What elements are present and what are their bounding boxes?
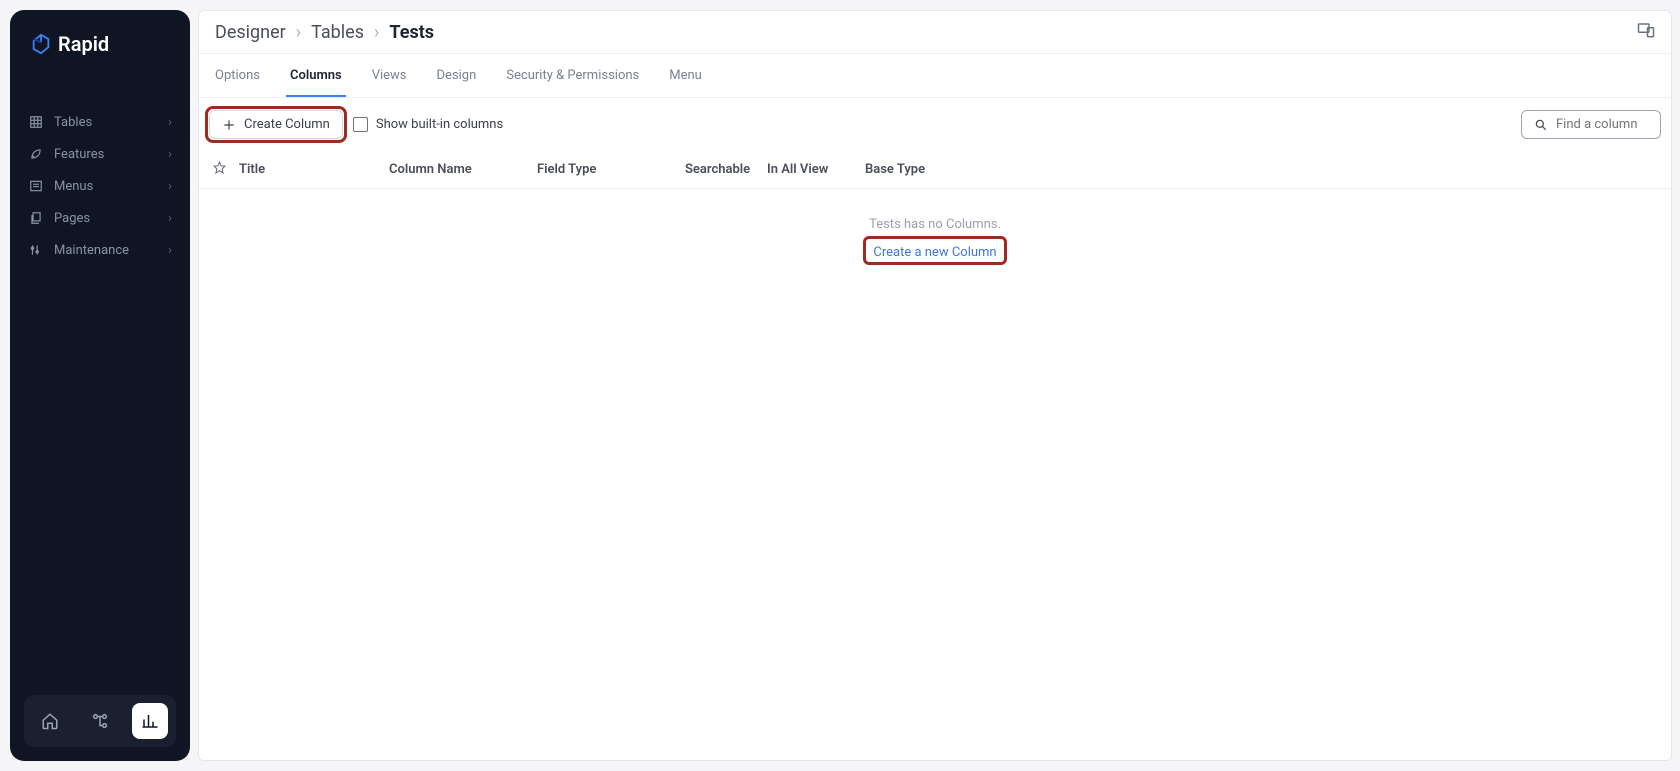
highlight-create-link: Create a new Column (865, 238, 1004, 263)
tab-menu[interactable]: Menu (665, 54, 706, 97)
empty-message: Tests has no Columns. (199, 217, 1671, 232)
show-builtin-toggle[interactable]: Show built-in columns (353, 117, 503, 132)
tab-options[interactable]: Options (211, 54, 264, 97)
devices-icon[interactable] (1637, 21, 1655, 43)
sidebar: Rapid Tables › Features › Menus › Pages … (10, 10, 190, 761)
chevron-right-icon: › (168, 179, 172, 194)
brand-name: Rapid (58, 32, 109, 56)
column-header-searchable[interactable]: Searchable (685, 162, 767, 177)
column-header-field-type[interactable]: Field Type (537, 162, 685, 177)
sidebar-item-label: Features (54, 147, 158, 162)
column-header-base-type[interactable]: Base Type (865, 162, 925, 177)
breadcrumb-section[interactable]: Tables (311, 22, 364, 43)
sliders-icon (28, 242, 44, 258)
sidebar-item-maintenance[interactable]: Maintenance › (10, 234, 190, 266)
chart-icon (141, 712, 159, 730)
chevron-right-icon: › (296, 22, 301, 43)
chart-button[interactable] (132, 703, 168, 739)
show-builtin-label: Show built-in columns (376, 117, 503, 132)
breadcrumb-root[interactable]: Designer (215, 22, 286, 43)
sidebar-item-label: Pages (54, 211, 158, 226)
brand-logo: Rapid (10, 32, 190, 106)
create-column-button[interactable]: Create Column (209, 110, 343, 139)
tab-design[interactable]: Design (433, 54, 481, 97)
column-header-in-all-view[interactable]: In All View (767, 162, 865, 177)
highlight-create-column: Create Column (209, 110, 343, 139)
sidebar-item-features[interactable]: Features › (10, 138, 190, 170)
breadcrumb-current: Tests (389, 22, 434, 43)
sidebar-item-label: Maintenance (54, 243, 158, 258)
create-new-column-link[interactable]: Create a new Column (873, 245, 996, 260)
grid-icon (28, 114, 44, 130)
main-panel: Designer › Tables › Tests Options Column… (198, 10, 1672, 761)
create-column-label: Create Column (244, 117, 330, 132)
chevron-right-icon: › (168, 147, 172, 162)
home-icon (41, 712, 59, 730)
star-icon (213, 161, 226, 174)
chevron-right-icon: › (168, 115, 172, 130)
empty-state: Tests has no Columns. Create a new Colum… (199, 189, 1671, 263)
toolbar: Create Column Show built-in columns (199, 98, 1671, 151)
tree-button[interactable] (82, 703, 118, 739)
topbar: Designer › Tables › Tests (199, 11, 1671, 54)
sidebar-bottom-bar (24, 695, 176, 747)
chevron-right-icon: › (168, 243, 172, 258)
sidebar-item-label: Tables (54, 115, 158, 130)
tabs: Options Columns Views Design Security & … (199, 54, 1671, 98)
sidebar-item-tables[interactable]: Tables › (10, 106, 190, 138)
chevron-right-icon: › (168, 211, 172, 226)
search-input[interactable] (1556, 117, 1648, 132)
tab-security[interactable]: Security & Permissions (502, 54, 643, 97)
checkbox-icon (353, 117, 368, 132)
chevron-right-icon: › (374, 22, 379, 43)
column-header-title[interactable]: Title (239, 162, 389, 177)
table-header-row: Title Column Name Field Type Searchable … (199, 151, 1671, 189)
list-icon (28, 178, 44, 194)
sidebar-item-pages[interactable]: Pages › (10, 202, 190, 234)
tab-columns[interactable]: Columns (286, 54, 346, 97)
tab-views[interactable]: Views (368, 54, 411, 97)
breadcrumb: Designer › Tables › Tests (215, 22, 434, 43)
search-box[interactable] (1521, 110, 1661, 139)
search-icon (1534, 118, 1548, 132)
column-header-name[interactable]: Column Name (389, 162, 537, 177)
nav-list: Tables › Features › Menus › Pages › Main… (10, 106, 190, 695)
sidebar-item-label: Menus (54, 179, 158, 194)
hexagon-icon (30, 33, 52, 55)
plus-icon (222, 118, 236, 132)
tree-icon (91, 712, 109, 730)
sidebar-item-menus[interactable]: Menus › (10, 170, 190, 202)
home-button[interactable] (32, 703, 68, 739)
copy-icon (28, 210, 44, 226)
rocket-icon (28, 146, 44, 162)
column-header-star[interactable] (213, 161, 239, 178)
